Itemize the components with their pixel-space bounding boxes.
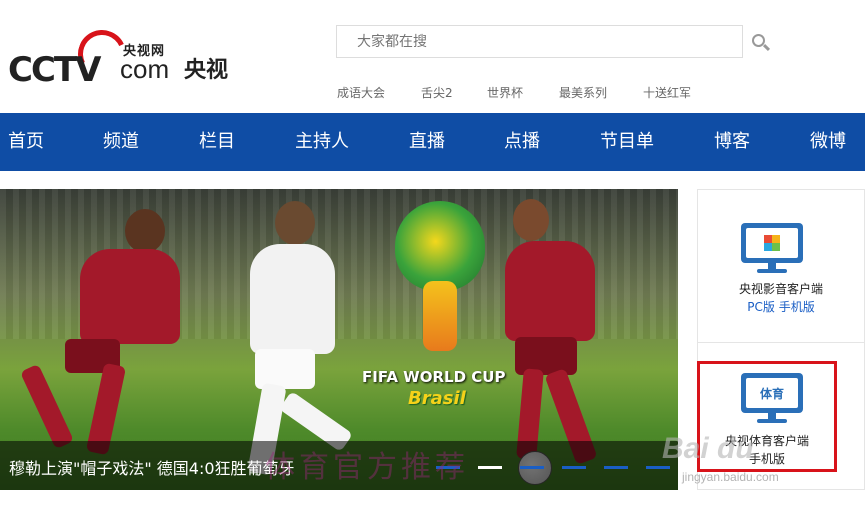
monitor-icon[interactable] — [741, 223, 803, 273]
search-icon[interactable] — [750, 32, 772, 54]
main-nav: 首页 频道 栏目 主持人 直播 点播 节目单 博客 微博 — [0, 113, 865, 171]
hot-term-link[interactable]: 世界杯 — [487, 84, 523, 101]
world-cup-emblem — [395, 201, 485, 361]
search-box — [336, 25, 743, 58]
nav-item-weibo[interactable]: 微博 — [810, 113, 846, 171]
nav-item-hosts[interactable]: 主持人 — [295, 113, 349, 171]
slide-dot[interactable] — [520, 466, 544, 469]
slide-dot[interactable] — [646, 466, 670, 469]
nav-item-columns[interactable]: 栏目 — [199, 113, 235, 171]
logo-cctv-text: CCTV — [8, 50, 101, 90]
header: 央视网 CCTV com 央视 成语大会 舌尖2 世界杯 最美系列 十送红军 — [0, 0, 865, 113]
baidu-watermark: Bai du — [662, 432, 754, 465]
recommend-watermark: 体育官方推荐 — [265, 450, 469, 485]
slide-dot[interactable] — [604, 466, 628, 469]
search-input[interactable] — [337, 26, 742, 57]
hot-term-link[interactable]: 十送红军 — [643, 84, 691, 101]
baidu-watermark-url: jingyan.baidu.com — [682, 470, 779, 484]
slide-dot-active[interactable] — [478, 466, 502, 469]
nav-item-blog[interactable]: 博客 — [714, 113, 750, 171]
nav-item-schedule[interactable]: 节目单 — [600, 113, 654, 171]
panel-divider — [697, 342, 865, 343]
nav-item-home[interactable]: 首页 — [8, 113, 44, 171]
nav-item-live[interactable]: 直播 — [409, 113, 445, 171]
logo-com-text: com — [120, 54, 170, 84]
banner-caption-link[interactable]: 穆勒上演"帽子戏法" 德国4:0狂胜葡萄牙 — [9, 455, 295, 479]
play-logo-icon — [764, 235, 780, 251]
page: 央视网 CCTV com 央视 成语大会 舌尖2 世界杯 最美系列 十送红军 首… — [0, 0, 865, 509]
nav-item-channels[interactable]: 频道 — [103, 113, 139, 171]
cctv-logo[interactable]: 央视网 CCTV com 央视 — [8, 23, 238, 90]
client1-download-links[interactable]: PC版 手机版 — [697, 298, 865, 315]
logo-big-text: 央视 — [184, 58, 229, 83]
fifa-world-cup-text: FIFA WORLD CUP — [362, 368, 506, 386]
client1-title[interactable]: 央视影音客户端 — [697, 280, 865, 297]
hot-term-link[interactable]: 成语大会 — [337, 84, 385, 101]
hot-term-link[interactable]: 舌尖2 — [421, 84, 453, 101]
nav-item-vod[interactable]: 点播 — [504, 113, 540, 171]
hot-term-link[interactable]: 最美系列 — [559, 84, 607, 101]
slide-dot[interactable] — [562, 466, 586, 469]
brasil-text: Brasil — [408, 388, 466, 409]
